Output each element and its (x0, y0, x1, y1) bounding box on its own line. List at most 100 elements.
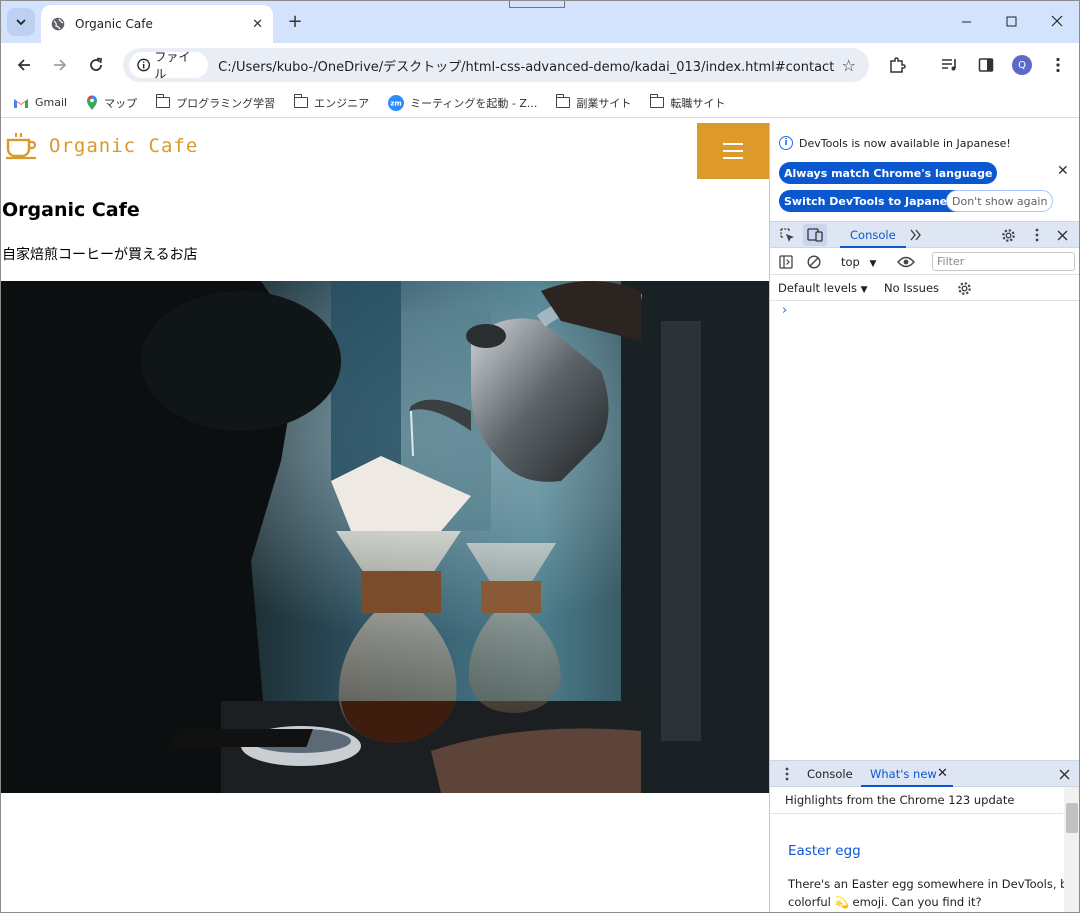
extensions-button[interactable] (885, 53, 909, 77)
description-line: colorful 💫 emoji. Can you find it? (788, 893, 1064, 911)
bookmark-star-icon[interactable]: ☆ (834, 56, 863, 75)
globe-icon (51, 17, 65, 31)
tab-title: Organic Cafe (75, 17, 153, 31)
close-whats-new-icon[interactable]: ✕ (937, 766, 948, 781)
bookmark-maps[interactable]: マップ (86, 95, 137, 111)
folder-icon (155, 94, 171, 108)
window-drag-handle[interactable] (509, 1, 565, 8)
bookmark-folder-side-job[interactable]: 副業サイト (555, 94, 631, 111)
default-levels-dropdown[interactable]: Default levels ▼ (778, 281, 868, 295)
bookmark-label: プログラミング学習 (176, 96, 276, 110)
bookmark-folder-engineer[interactable]: エンジニア (293, 94, 369, 111)
hamburger-line (723, 157, 743, 159)
side-panel-button[interactable] (974, 53, 998, 77)
forward-button[interactable] (46, 51, 74, 79)
browser-tab[interactable]: Organic Cafe ✕ (41, 5, 273, 43)
folder-icon (649, 94, 665, 108)
bookmarks-bar: Gmail マップ プログラミング学習 エンジニア zm ミーティングを起動 -… (1, 88, 1079, 118)
dropdown-caret-icon: ▼ (860, 285, 868, 295)
bookmark-label: Gmail (35, 96, 68, 109)
chip-label: ファイル (154, 50, 191, 81)
always-match-language-button[interactable]: Always match Chrome's language (779, 162, 998, 184)
site-logo[interactable]: Organic Cafe (5, 132, 198, 160)
hamburger-menu-button[interactable] (697, 123, 769, 179)
console-prompt-icon[interactable]: › (782, 303, 787, 318)
url-text[interactable]: C:/Users/kubo-/OneDrive/デスクトップ/html-css-… (218, 56, 834, 75)
more-tabs-button[interactable] (906, 226, 924, 244)
notice-text: DevTools is now available in Japanese! (799, 136, 1011, 150)
eye-icon (897, 256, 915, 268)
chrome-menu-button[interactable] (1046, 53, 1070, 77)
context-selector[interactable]: top ▼ (841, 255, 876, 269)
kebab-menu-icon (1035, 228, 1039, 242)
block-icon (807, 255, 821, 269)
kebab-menu-icon (1056, 57, 1060, 73)
new-tab-button[interactable]: + (283, 9, 307, 33)
close-devtools-button[interactable] (1053, 226, 1071, 244)
back-button[interactable] (10, 51, 38, 79)
address-bar[interactable]: ファイル C:/Users/kubo-/OneDrive/デスクトップ/html… (123, 48, 869, 82)
devtools-settings-button[interactable] (999, 226, 1017, 244)
close-drawer-button[interactable] (1055, 765, 1073, 783)
issues-counter[interactable]: No Issues (884, 281, 939, 295)
scrollbar-thumb[interactable] (1066, 803, 1078, 833)
clear-console-button[interactable] (805, 253, 823, 271)
double-chevron-right-icon (909, 229, 921, 241)
show-sidebar-button[interactable] (777, 253, 795, 271)
devtools-menu-button[interactable] (1028, 226, 1046, 244)
drawer-tab-whats-new[interactable]: What's new (870, 767, 937, 781)
coffee-pour-over-image (1, 281, 769, 793)
whats-new-header: Highlights from the Chrome 123 update (785, 793, 1015, 807)
reload-button[interactable] (82, 51, 110, 79)
dont-show-again-button[interactable]: Don't show again (946, 190, 1054, 212)
close-notice-icon[interactable]: ✕ (1057, 163, 1069, 179)
bookmark-folder-programming[interactable]: プログラミング学習 (155, 94, 276, 111)
media-controls-button[interactable] (938, 53, 962, 77)
console-toolbar: top ▼ Filter (770, 249, 1079, 275)
bookmark-label: マップ (104, 96, 138, 110)
divider (770, 813, 1063, 814)
close-window-button[interactable] (1034, 1, 1079, 41)
gmail-icon (14, 98, 28, 108)
tab-search-button[interactable] (7, 8, 35, 36)
description-fragment: emoji. Can you find it? (852, 895, 982, 909)
page-viewport: Organic Cafe Organic Cafe 自家焙煎コーヒーが買えるお店 (1, 123, 769, 912)
browser-window: Organic Cafe ✕ + ファイル C:/Users/kubo-/One… (0, 0, 1080, 913)
inspect-element-button[interactable] (778, 226, 796, 244)
info-icon (137, 58, 151, 72)
site-info-chip[interactable]: ファイル (129, 50, 209, 81)
notice-row: i DevTools is now available in Japanese! (779, 136, 1011, 150)
bookmark-gmail[interactable]: Gmail (13, 96, 67, 109)
bookmark-folder-job-change[interactable]: 転職サイト (649, 94, 725, 111)
bookmark-zoom[interactable]: zm ミーティングを起動 - Z... (388, 94, 538, 111)
gear-icon (957, 281, 971, 295)
drawer-tab-console[interactable]: Console (807, 767, 853, 781)
console-filter-input[interactable]: Filter (932, 252, 1075, 271)
arrow-left-icon (17, 59, 30, 71)
sidebar-icon (779, 255, 793, 269)
console-settings-button[interactable] (955, 279, 973, 297)
switch-to-japanese-button[interactable]: Switch DevTools to Japanese (779, 190, 967, 212)
tab-console[interactable]: Console (850, 228, 896, 242)
devtools-main-tabs: Console (770, 221, 1079, 248)
drawer-menu-button[interactable] (778, 765, 796, 783)
active-tab-indicator (840, 246, 906, 248)
kebab-menu-icon (785, 767, 789, 781)
device-mode-icon (807, 228, 823, 242)
whats-new-panel: Highlights from the Chrome 123 update Ea… (770, 787, 1080, 912)
live-expression-button[interactable] (895, 252, 917, 272)
minimize-button[interactable] (943, 1, 989, 41)
maximize-button[interactable] (988, 1, 1034, 41)
description-line: There's an Easter egg somewhere in DevTo… (788, 877, 1080, 891)
page-title: Organic Cafe (2, 199, 140, 221)
page-subtitle: 自家焙煎コーヒーが買えるお店 (2, 247, 198, 263)
site-header: Organic Cafe (1, 123, 769, 179)
folder-icon (293, 94, 309, 108)
device-toolbar-toggle[interactable] (803, 224, 827, 246)
close-tab-icon[interactable]: ✕ (252, 17, 263, 32)
description-fragment: colorful (788, 895, 831, 909)
bookmark-label: ミーティングを起動 - Z... (410, 96, 538, 110)
whats-new-title[interactable]: Easter egg (788, 843, 861, 859)
info-icon: i (779, 136, 793, 150)
profile-avatar[interactable]: Q (1012, 55, 1032, 75)
